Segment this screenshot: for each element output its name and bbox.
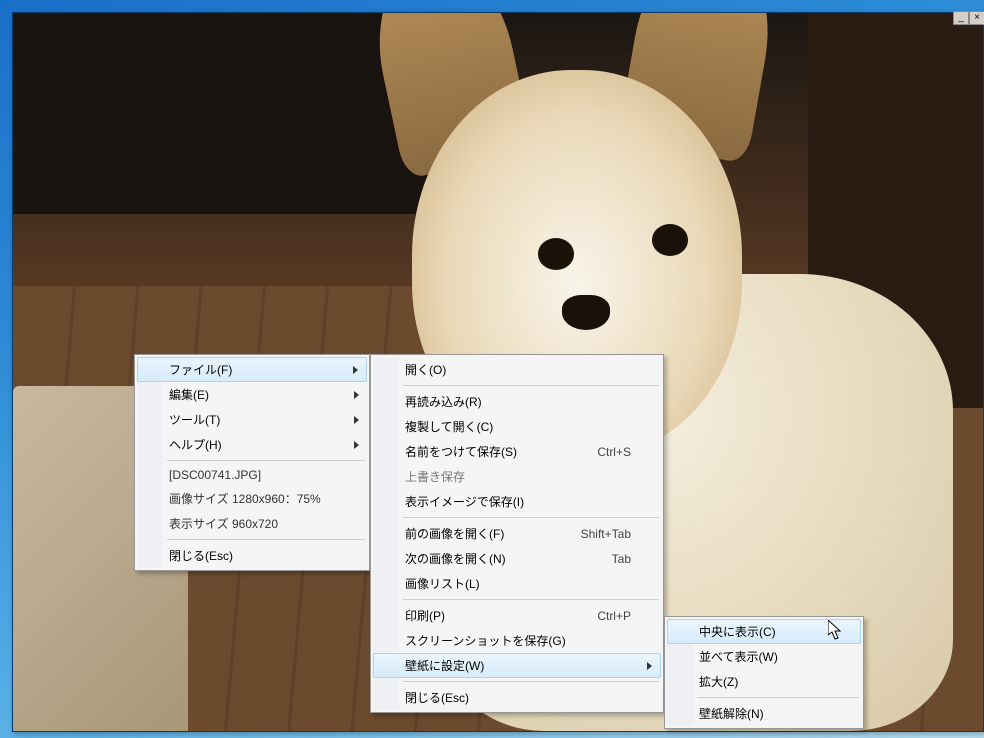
menu-label: 画像リスト(L) [405, 575, 480, 592]
menu-label: 壁紙解除(N) [699, 705, 764, 722]
menu-label: 再読み込み(R) [405, 393, 482, 410]
menu-shortcut: Ctrl+P [597, 609, 631, 623]
menu-label: 編集(E) [169, 386, 209, 403]
menu-item-close[interactable]: 閉じる(Esc) [373, 685, 661, 710]
minimize-button[interactable]: _ [953, 11, 969, 25]
menu-label: 名前をつけて保存(S) [405, 443, 517, 460]
menu-shortcut: Tab [612, 552, 631, 566]
menu-separator [403, 385, 659, 386]
menu-item-close[interactable]: 閉じる(Esc) [137, 543, 367, 568]
context-menu-main: ファイル(F) 編集(E) ツール(T) ヘルプ(H) [DSC00741.JP… [134, 354, 370, 571]
menu-item-image-list[interactable]: 画像リスト(L) [373, 571, 661, 596]
menu-item-help[interactable]: ヘルプ(H) [137, 432, 367, 457]
menu-item-file[interactable]: ファイル(F) [137, 357, 367, 382]
menu-item-save-screenshot[interactable]: スクリーンショットを保存(G) [373, 628, 661, 653]
menu-label: ファイル(F) [169, 361, 232, 378]
submenu-arrow-icon [647, 662, 652, 670]
info-image-size: 画像サイズ 1280x960：75% [137, 486, 367, 511]
menu-item-print[interactable]: 印刷(P) Ctrl+P [373, 603, 661, 628]
menu-shortcut: Ctrl+S [597, 445, 631, 459]
menu-label: 前の画像を開く(F) [405, 525, 504, 542]
info-filename: [DSC00741.JPG] [137, 464, 367, 486]
menu-label: 開く(O) [405, 361, 446, 378]
close-button[interactable]: × [969, 11, 984, 25]
menu-label: 並べて表示(W) [699, 648, 778, 665]
menu-separator [167, 460, 365, 461]
menu-item-save-as[interactable]: 名前をつけて保存(S) Ctrl+S [373, 439, 661, 464]
submenu-arrow-icon [354, 416, 359, 424]
menu-separator [403, 599, 659, 600]
menu-label: 中央に表示(C) [699, 623, 776, 640]
menu-label: 表示イメージで保存(I) [405, 493, 524, 510]
menu-label: ツール(T) [169, 411, 220, 428]
menu-item-tool[interactable]: ツール(T) [137, 407, 367, 432]
menu-label: 閉じる(Esc) [169, 547, 233, 564]
menu-item-wallpaper-remove[interactable]: 壁紙解除(N) [667, 701, 861, 726]
submenu-arrow-icon [354, 391, 359, 399]
menu-separator [167, 539, 365, 540]
menu-label: ヘルプ(H) [169, 436, 222, 453]
context-menu-file: 開く(O) 再読み込み(R) 複製して開く(C) 名前をつけて保存(S) Ctr… [370, 354, 664, 713]
menu-item-prev-image[interactable]: 前の画像を開く(F) Shift+Tab [373, 521, 661, 546]
menu-label: 上書き保存 [405, 468, 465, 485]
submenu-arrow-icon [353, 366, 358, 374]
context-menu-wallpaper: 中央に表示(C) 並べて表示(W) 拡大(Z) 壁紙解除(N) [664, 616, 864, 729]
menu-shortcut: Shift+Tab [581, 527, 631, 541]
menu-item-overwrite: 上書き保存 [373, 464, 661, 489]
menu-label: 複製して開く(C) [405, 418, 493, 435]
menu-separator [403, 517, 659, 518]
submenu-arrow-icon [354, 441, 359, 449]
menu-item-next-image[interactable]: 次の画像を開く(N) Tab [373, 546, 661, 571]
menu-label: スクリーンショットを保存(G) [405, 632, 566, 649]
menu-label: 印刷(P) [405, 607, 445, 624]
menu-separator [403, 681, 659, 682]
menu-item-wallpaper-tile[interactable]: 並べて表示(W) [667, 644, 861, 669]
menu-item-wallpaper-stretch[interactable]: 拡大(Z) [667, 669, 861, 694]
menu-item-wallpaper-center[interactable]: 中央に表示(C) [667, 619, 861, 644]
menu-label: 壁紙に設定(W) [405, 657, 484, 674]
menu-item-open-copy[interactable]: 複製して開く(C) [373, 414, 661, 439]
menu-separator [697, 697, 859, 698]
menu-label: 次の画像を開く(N) [405, 550, 506, 567]
menu-item-reload[interactable]: 再読み込み(R) [373, 389, 661, 414]
menu-item-edit[interactable]: 編集(E) [137, 382, 367, 407]
window-controls: _ × [953, 11, 984, 25]
menu-item-set-wallpaper[interactable]: 壁紙に設定(W) [373, 653, 661, 678]
info-display-size: 表示サイズ 960x720 [137, 511, 367, 536]
menu-label: 閉じる(Esc) [405, 689, 469, 706]
menu-item-save-view-image[interactable]: 表示イメージで保存(I) [373, 489, 661, 514]
menu-label: 拡大(Z) [699, 673, 738, 690]
menu-item-open[interactable]: 開く(O) [373, 357, 661, 382]
